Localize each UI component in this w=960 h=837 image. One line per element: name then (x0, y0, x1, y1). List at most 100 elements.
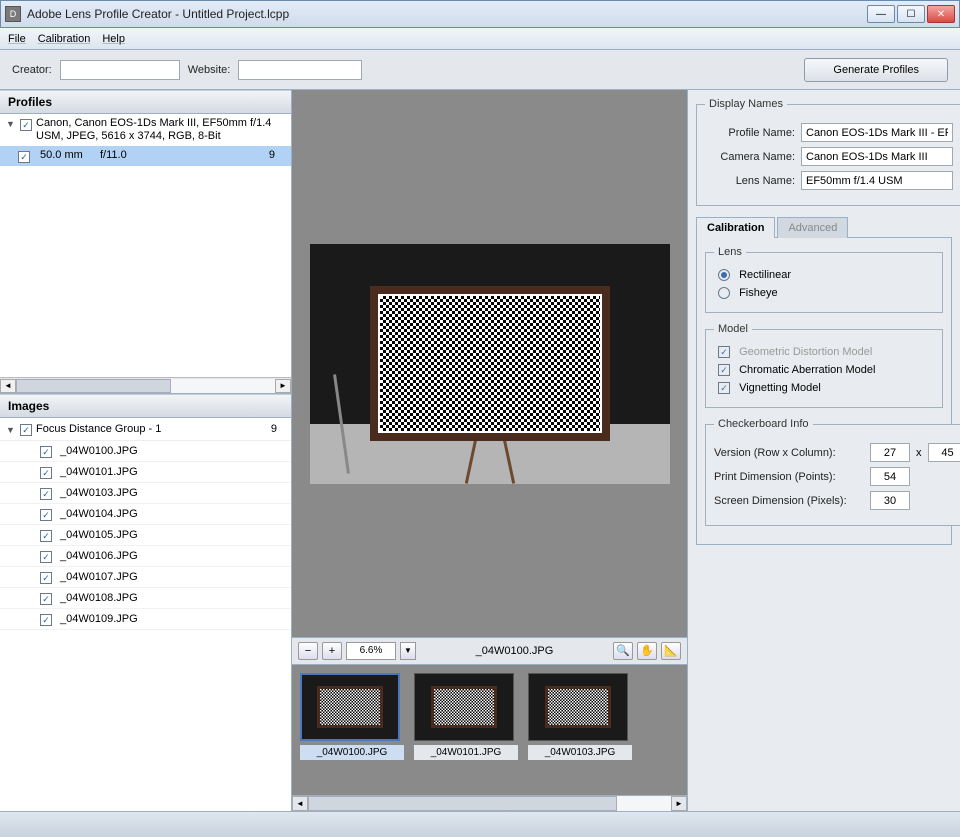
image-row[interactable]: ✓ _04W0101.JPG (0, 462, 291, 483)
image-group-label: Focus Distance Group - 1 (36, 423, 161, 435)
profile-item-row[interactable]: ✓ 50.0 mm f/11.0 9 (0, 146, 291, 166)
camera-name-input[interactable] (801, 147, 953, 166)
image-filename: _04W0106.JPG (60, 550, 138, 562)
geometric-checkbox: ✓ Geometric Distortion Model (714, 343, 934, 361)
disclosure-icon[interactable]: ▼ (6, 425, 16, 435)
image-group-row[interactable]: ▼ ✓ Focus Distance Group - 1 9 (0, 418, 291, 441)
print-dim-input[interactable] (870, 467, 910, 486)
scroll-right-icon[interactable]: ► (671, 796, 687, 811)
image-filename: _04W0100.JPG (60, 445, 138, 457)
image-checkbox[interactable]: ✓ (40, 488, 52, 500)
zoom-dropdown-icon[interactable]: ▼ (400, 642, 416, 660)
magnifier-icon[interactable]: 🔍 (613, 642, 633, 660)
image-checkbox[interactable]: ✓ (40, 572, 52, 584)
thumbnail-image (300, 673, 400, 741)
image-row[interactable]: ✓_04W0103.JPG (0, 483, 291, 504)
image-row[interactable]: ✓ _04W0104.JPG (0, 504, 291, 525)
tab-advanced[interactable]: Advanced (777, 217, 848, 238)
tab-calibration[interactable]: Calibration (696, 217, 775, 238)
disclosure-icon[interactable]: ▼ (6, 119, 16, 129)
vignetting-checkbox[interactable]: ✓ Vignetting Model (714, 379, 934, 397)
ruler-icon[interactable]: 📐 (661, 642, 681, 660)
print-dim-label: Print Dimension (Points): (714, 471, 864, 483)
image-checkbox[interactable]: ✓ (40, 614, 52, 626)
scroll-left-icon[interactable]: ◄ (0, 379, 16, 393)
image-filename: _04W0104.JPG (60, 508, 138, 520)
images-list: ▼ ✓ Focus Distance Group - 1 9 ✓ _04W0100… (0, 418, 291, 811)
checkbox-icon: ✓ (718, 382, 730, 394)
image-filename: _04W0107.JPG (60, 571, 138, 583)
zoom-in-button[interactable]: + (322, 642, 342, 660)
checkerboard-legend: Checkerboard Info (714, 418, 813, 430)
checkbox-icon: ✓ (718, 346, 730, 358)
website-input[interactable] (238, 60, 362, 80)
thumbnail[interactable]: _04W0103.JPG (528, 673, 632, 760)
image-filename: _04W0101.JPG (60, 466, 138, 478)
profile-root-checkbox[interactable]: ✓ (20, 119, 32, 131)
fisheye-option[interactable]: Fisheye (714, 284, 934, 302)
scroll-right-icon[interactable]: ► (275, 379, 291, 393)
preview-toolbar: − + 6.6% ▼ _04W0100.JPG 🔍 ✋ 📐 (292, 637, 687, 665)
scroll-thumb[interactable] (16, 379, 171, 393)
profile-root-row[interactable]: ▼ ✓ Canon, Canon EOS-1Ds Mark III, EF50m… (0, 114, 291, 146)
version-rows-input[interactable] (870, 443, 910, 462)
image-checkbox[interactable]: ✓ (40, 467, 52, 479)
model-legend: Model (714, 323, 752, 335)
scroll-thumb[interactable] (308, 796, 617, 811)
profiles-header: Profiles (0, 90, 291, 114)
image-checkbox[interactable]: ✓ (40, 509, 52, 521)
image-row[interactable]: ✓_04W0105.JPG (0, 525, 291, 546)
chromatic-checkbox[interactable]: ✓ Chromatic Aberration Model (714, 361, 934, 379)
thumbnail[interactable]: _04W0101.JPG (414, 673, 518, 760)
profile-focal: 50.0 mm (40, 149, 100, 163)
thumbnail-strip: _04W0100.JPG_04W0101.JPG _04W0103.JPG (292, 665, 687, 795)
zoom-level[interactable]: 6.6% (346, 642, 396, 660)
maximize-button[interactable]: ☐ (897, 5, 925, 23)
menu-help[interactable]: Help (102, 33, 125, 45)
image-group-checkbox[interactable]: ✓ (20, 424, 32, 436)
scroll-left-icon[interactable]: ◄ (292, 796, 308, 811)
image-checkbox[interactable]: ✓ (40, 530, 52, 542)
lens-name-input[interactable] (801, 171, 953, 190)
lens-group: Lens Rectilinear Fisheye (705, 246, 943, 313)
statusbar (0, 811, 960, 837)
preview-area[interactable] (292, 90, 687, 637)
profiles-scrollbar[interactable]: ◄ ► (0, 377, 291, 393)
thumbnail-label: _04W0103.JPG (528, 745, 632, 760)
image-checkbox[interactable]: ✓ (40, 593, 52, 605)
image-checkbox[interactable]: ✓ (40, 551, 52, 563)
generate-profiles-button[interactable]: Generate Profiles (804, 58, 948, 82)
version-cols-input[interactable] (928, 443, 960, 462)
profiles-tree: ▼ ✓ Canon, Canon EOS-1Ds Mark III, EF50m… (0, 114, 291, 394)
close-button[interactable]: ✕ (927, 5, 955, 23)
screen-dim-input[interactable] (870, 491, 910, 510)
zoom-out-button[interactable]: − (298, 642, 318, 660)
screen-dim-label: Screen Dimension (Pixels): (714, 495, 864, 507)
creator-input[interactable] (60, 60, 180, 80)
profile-name-input[interactable] (801, 123, 953, 142)
rectilinear-option[interactable]: Rectilinear (714, 266, 934, 284)
preview-image (310, 244, 670, 484)
app-icon: D (5, 6, 21, 22)
profile-aperture: f/11.0 (100, 149, 200, 163)
thumbnail-image (414, 673, 514, 741)
image-row[interactable]: ✓ _04W0100.JPG (0, 441, 291, 462)
display-names-legend: Display Names (705, 98, 787, 110)
image-checkbox[interactable]: ✓ (40, 446, 52, 458)
thumb-scrollbar[interactable]: ◄ ► (292, 795, 687, 811)
image-row[interactable]: ✓ _04W0106.JPG (0, 546, 291, 567)
calibration-tab-body: Lens Rectilinear Fisheye Model ✓ Geometr… (696, 238, 952, 545)
center-panel: − + 6.6% ▼ _04W0100.JPG 🔍 ✋ 📐 _04W0100.J… (292, 90, 688, 811)
image-row[interactable]: ✓ _04W0107.JPG (0, 567, 291, 588)
image-row[interactable]: ✓_04W0108.JPG (0, 588, 291, 609)
thumbnail-image (528, 673, 628, 741)
right-panel: Display Names Profile Name: Camera Name:… (688, 90, 960, 811)
image-row[interactable]: ✓_04W0109.JPG (0, 609, 291, 630)
thumbnail[interactable]: _04W0100.JPG (300, 673, 404, 760)
menu-file[interactable]: File (8, 33, 26, 45)
minimize-button[interactable]: — (867, 5, 895, 23)
hand-icon[interactable]: ✋ (637, 642, 657, 660)
website-label: Website: (188, 64, 231, 76)
profile-item-checkbox[interactable]: ✓ (18, 151, 30, 163)
menu-calibration[interactable]: Calibration (38, 33, 91, 45)
